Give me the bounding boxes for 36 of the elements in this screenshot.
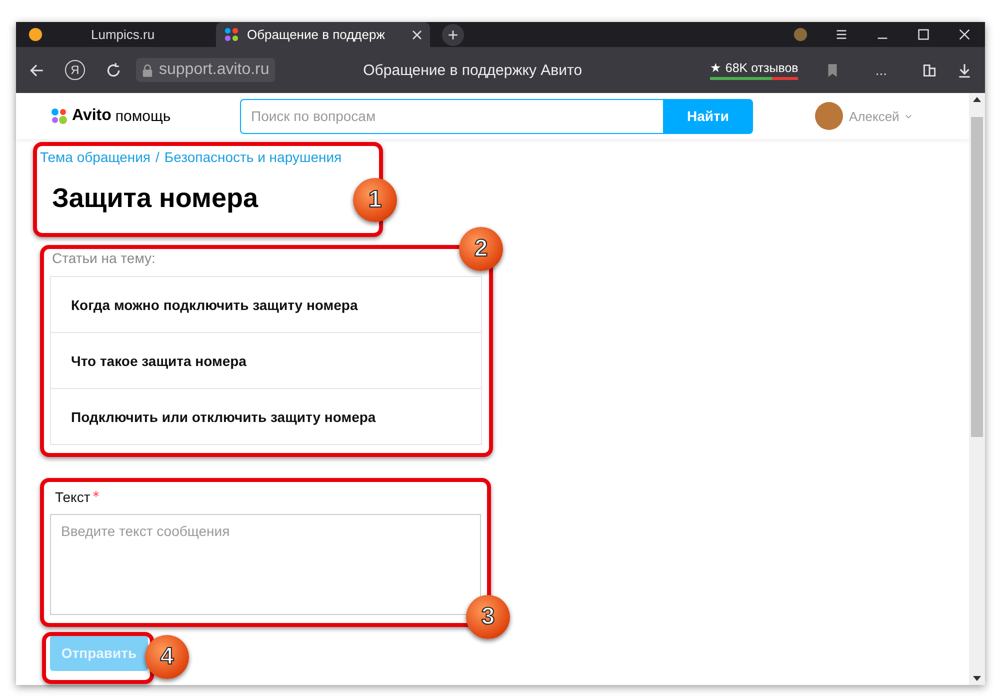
breadcrumb-separator: / <box>156 149 160 165</box>
articles-label: Статьи на тему: <box>52 250 156 266</box>
profile-picture-icon[interactable] <box>793 27 808 42</box>
lock-icon <box>142 64 153 76</box>
more-button[interactable]: ... <box>869 61 893 79</box>
close-icon[interactable] <box>412 30 422 40</box>
article-link[interactable]: Что такое защита номера <box>51 332 481 388</box>
browser-tab[interactable]: Lumpics.ru <box>20 22 216 47</box>
new-tab-button[interactable]: + <box>442 24 464 46</box>
field-label: Текст <box>55 489 90 505</box>
menu-icon[interactable] <box>834 27 849 42</box>
download-icon[interactable] <box>956 62 973 78</box>
reviews-badge[interactable]: ★ 68K отзывов <box>710 60 798 80</box>
scroll-up-icon[interactable] <box>973 97 981 102</box>
scroll-down-icon[interactable] <box>973 676 981 681</box>
page-title: Обращение в поддержку Авито <box>362 62 584 78</box>
reload-icon[interactable] <box>105 62 122 78</box>
avatar[interactable] <box>815 102 843 130</box>
colored-dots-icon <box>224 27 239 42</box>
caret-icon[interactable] <box>905 114 912 118</box>
article-link[interactable]: Когда можно подключить защиту номера <box>51 277 481 332</box>
address-bar[interactable]: support.avito.ru <box>136 58 276 82</box>
logo-text[interactable]: Avito <box>72 107 112 125</box>
search-field[interactable]: Поиск по вопросам <box>240 98 663 134</box>
maximize-icon[interactable] <box>916 27 931 42</box>
yandex-button[interactable]: Я <box>65 60 85 80</box>
extensions-icon[interactable] <box>921 62 938 78</box>
logo-suffix: помощь <box>115 108 171 124</box>
page-heading: Защита номера <box>52 183 258 214</box>
browser-tab[interactable]: Обращение в поддерж <box>216 22 430 47</box>
site-favicon-icon <box>28 27 43 42</box>
message-field[interactable]: Введите текст сообщения <box>50 514 481 615</box>
close-icon[interactable] <box>957 27 972 42</box>
logo-dots-icon <box>50 107 68 125</box>
scrollbar[interactable] <box>969 93 985 685</box>
article-link[interactable]: Подключить или отключить защиту номера <box>51 388 481 444</box>
